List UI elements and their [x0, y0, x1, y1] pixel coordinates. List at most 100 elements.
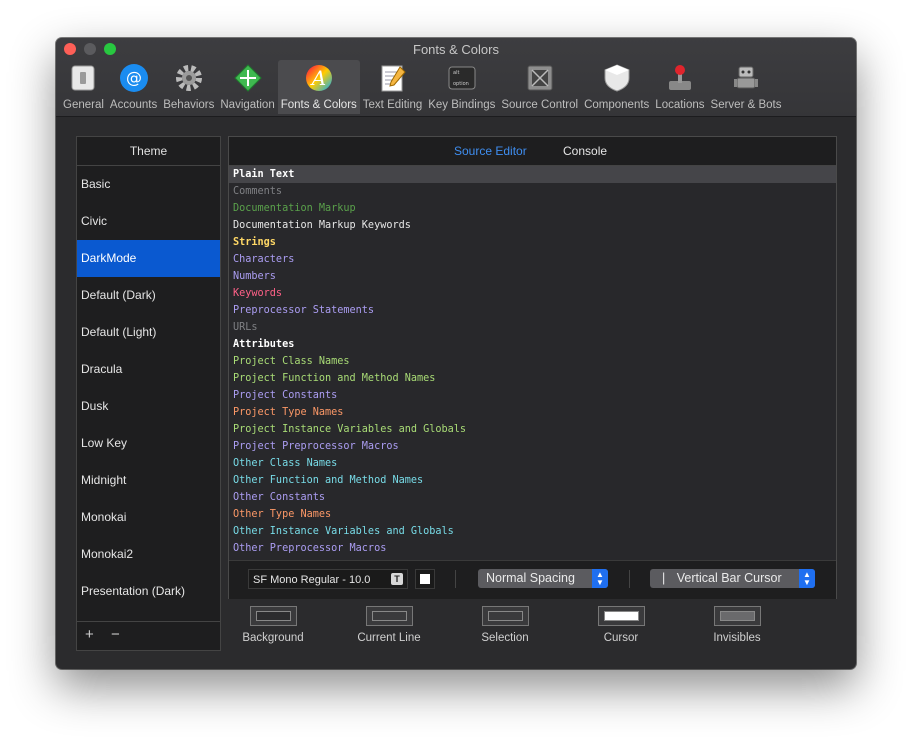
- invisibles-swatch[interactable]: Invisibles: [692, 606, 782, 644]
- tab-source-editor[interactable]: Source Editor: [454, 144, 527, 158]
- syntax-row[interactable]: Preprocessor Statements: [229, 302, 836, 319]
- theme-item-monokai[interactable]: Monokai: [77, 499, 220, 536]
- theme-item-default-dark[interactable]: Default (Dark): [77, 277, 220, 314]
- font-picker-icon[interactable]: T: [391, 573, 403, 585]
- syntax-row[interactable]: Project Instance Variables and Globals: [229, 421, 836, 438]
- divider: [455, 570, 456, 588]
- color-swatches: Background Current Line Selection Cursor…: [228, 604, 835, 652]
- toolbar-components[interactable]: Components: [581, 60, 652, 114]
- cursor-swatch[interactable]: Cursor: [576, 606, 666, 644]
- general-switch-icon: [68, 63, 98, 93]
- invisibles-swatch-label: Invisibles: [713, 632, 761, 644]
- syntax-row[interactable]: Project Class Names: [229, 353, 836, 370]
- svg-text:A: A: [310, 66, 326, 90]
- theme-item-midnight[interactable]: Midnight: [77, 462, 220, 499]
- theme-item-monokai2[interactable]: Monokai2: [77, 536, 220, 573]
- divider: [629, 570, 630, 588]
- toolbar-key-bindings[interactable]: alt option Key Bindings: [425, 60, 498, 114]
- toolbar-fonts-colors[interactable]: A Fonts & Colors: [277, 60, 360, 114]
- text-color-well[interactable]: [415, 569, 435, 589]
- theme-item-presentation-dark[interactable]: Presentation (Dark): [77, 573, 220, 610]
- toolbar-source-control-label: Source Control: [501, 99, 579, 111]
- syntax-row[interactable]: Documentation Markup Keywords: [229, 217, 836, 234]
- toolbar-fonts-colors-label: Fonts & Colors: [280, 99, 357, 111]
- selection-swatch[interactable]: Selection: [460, 606, 550, 644]
- toolbar-behaviors[interactable]: Behaviors: [160, 60, 217, 114]
- syntax-row[interactable]: Keywords: [229, 285, 836, 302]
- cursor-popup[interactable]: | Vertical Bar Cursor ▲ ▼: [650, 569, 815, 588]
- remove-theme-button[interactable]: −: [111, 626, 120, 643]
- toolbar-text-editing[interactable]: Text Editing: [360, 60, 425, 114]
- toolbar-accounts-label: Accounts: [109, 99, 158, 111]
- toolbar-locations[interactable]: Locations: [652, 60, 707, 114]
- editor-tabs: Source Editor Console: [229, 137, 836, 166]
- theme-item-dusk[interactable]: Dusk: [77, 388, 220, 425]
- theme-item-civic[interactable]: Civic: [77, 203, 220, 240]
- syntax-row[interactable]: URLs: [229, 319, 836, 336]
- syntax-row[interactable]: Other Preprocessor Macros: [229, 540, 836, 557]
- toolbar-accounts[interactable]: @ Accounts: [107, 60, 160, 114]
- toolbar-behaviors-label: Behaviors: [163, 99, 215, 111]
- syntax-row[interactable]: Other Instance Variables and Globals: [229, 523, 836, 540]
- syntax-row[interactable]: Numbers: [229, 268, 836, 285]
- syntax-row[interactable]: Documentation Markup: [229, 200, 836, 217]
- theme-item-low-key[interactable]: Low Key: [77, 425, 220, 462]
- theme-item-default-light[interactable]: Default (Light): [77, 314, 220, 351]
- syntax-row[interactable]: Project Function and Method Names: [229, 370, 836, 387]
- navigation-arrows-icon: [233, 63, 263, 93]
- syntax-color-panel: Source Editor Console Plain Text Comments…: [228, 136, 837, 599]
- current-line-swatch[interactable]: Current Line: [344, 606, 434, 644]
- cursor-swatch-label: Cursor: [603, 632, 639, 644]
- syntax-row[interactable]: Plain Text: [229, 166, 836, 183]
- syntax-row[interactable]: Attributes: [229, 336, 836, 353]
- add-theme-button[interactable]: +: [85, 626, 94, 643]
- theme-item-basic[interactable]: Basic: [77, 166, 220, 203]
- syntax-row[interactable]: Project Preprocessor Macros: [229, 438, 836, 455]
- gear-icon: [174, 63, 204, 93]
- font-field-value: SF Mono Regular - 10.0: [253, 574, 371, 586]
- cursor-color-fill: [603, 611, 639, 621]
- current-line-color-well[interactable]: [365, 606, 413, 626]
- invisibles-color-well[interactable]: [713, 606, 761, 626]
- toolbar-navigation[interactable]: Navigation: [217, 60, 277, 114]
- syntax-row[interactable]: Other Function and Method Names: [229, 472, 836, 489]
- selection-color-well[interactable]: [481, 606, 529, 626]
- toolbar-text-editing-label: Text Editing: [362, 99, 423, 111]
- toolbar-source-control[interactable]: Source Control: [498, 60, 581, 114]
- cursor-color-well[interactable]: [597, 606, 645, 626]
- background-swatch[interactable]: Background: [228, 606, 318, 644]
- toolbar-navigation-label: Navigation: [220, 99, 275, 111]
- font-a-icon: A: [304, 63, 334, 93]
- option-key-icon: alt option: [447, 63, 477, 93]
- theme-list-header: Theme: [77, 137, 220, 166]
- spacing-popup[interactable]: Normal Spacing ▲ ▼: [478, 569, 608, 588]
- syntax-element-list: Plain Text Comments Documentation Markup Do…: [229, 166, 836, 557]
- background-color-well[interactable]: [249, 606, 297, 626]
- text-color-swatch: [420, 574, 430, 584]
- current-line-color-fill: [371, 611, 407, 621]
- invisibles-color-fill: [719, 611, 755, 621]
- cursor-popup-value: Vertical Bar Cursor: [676, 571, 782, 585]
- theme-item-dracula[interactable]: Dracula: [77, 351, 220, 388]
- tab-console[interactable]: Console: [563, 144, 607, 158]
- syntax-row[interactable]: Project Type Names: [229, 404, 836, 421]
- toolbar-general[interactable]: General: [60, 60, 107, 114]
- toolbar-server-bots-label: Server & Bots: [710, 99, 782, 111]
- theme-list: Theme Basic Civic DarkMode Default (Dark…: [76, 136, 221, 651]
- toolbar-general-label: General: [63, 99, 104, 111]
- syntax-row[interactable]: Other Class Names: [229, 455, 836, 472]
- cursor-bar-icon: |: [662, 571, 666, 585]
- theme-item-darkmode[interactable]: DarkMode: [77, 240, 220, 277]
- syntax-row[interactable]: Other Type Names: [229, 506, 836, 523]
- syntax-row[interactable]: Strings: [229, 234, 836, 251]
- title-bar: Fonts & Colors General @ Accounts Behavi…: [56, 38, 856, 117]
- syntax-row[interactable]: Other Constants: [229, 489, 836, 506]
- syntax-row[interactable]: Comments: [229, 183, 836, 200]
- syntax-row[interactable]: Project Constants: [229, 387, 836, 404]
- svg-text:alt: alt: [453, 70, 459, 76]
- syntax-row[interactable]: Characters: [229, 251, 836, 268]
- font-field[interactable]: SF Mono Regular - 10.0 T: [248, 569, 408, 589]
- toolbar-server-bots[interactable]: Server & Bots: [708, 60, 785, 114]
- selection-color-fill: [487, 611, 523, 621]
- toolbar-components-label: Components: [584, 99, 650, 111]
